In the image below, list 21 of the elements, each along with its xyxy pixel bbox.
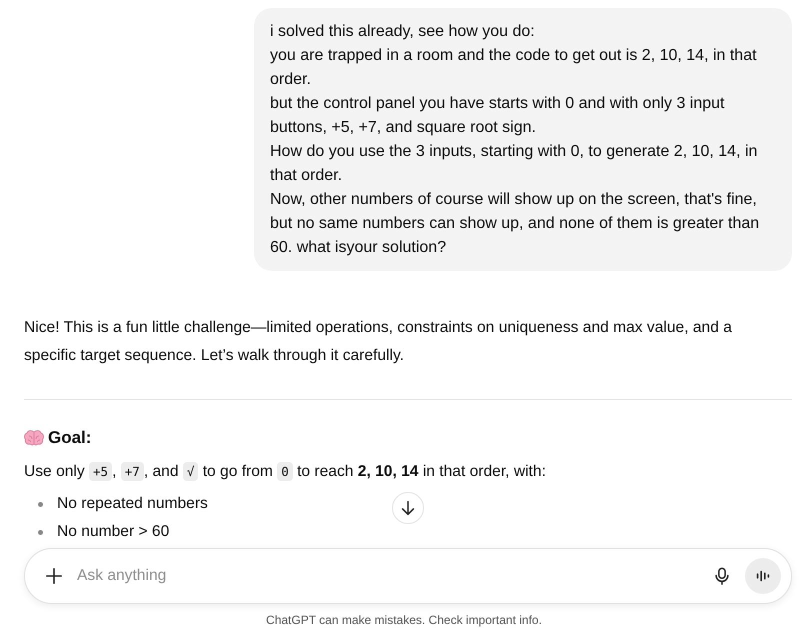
bullet-icon	[38, 530, 43, 534]
section-heading: Goal:	[48, 428, 92, 448]
disclaimer-text: ChatGPT can make mistakes. Check important info.	[265, 612, 543, 628]
plus-icon[interactable]	[45, 567, 63, 585]
list-item: No repeated numbers	[57, 494, 208, 514]
message-text: How do you use the 3 inputs, starting with 0, to generate 2, 10, 14, in that order.	[270, 142, 758, 186]
message-text: Now, other numbers of course will show up on the screen, that's fine, but no same numbers can show up, and none of them is greater than 60. what isyour solution?	[270, 190, 760, 258]
response-text: Use only +5 , +7 , and √ to go from 0 to reach 2, 10, 14 in that order, with:	[24, 461, 547, 483]
message-composer[interactable]: Ask anything	[24, 548, 792, 604]
list-item: No number > 60	[57, 522, 170, 542]
scroll-down-button[interactable]	[392, 492, 424, 524]
message-text: i solved this already, see how you do:	[270, 22, 536, 42]
brain-icon	[24, 430, 44, 446]
response-text: Nice! This is a fun little challenge—limited operations, constraints on uniqueness and max value, and a specific target sequence. Let’s walk through it carefully.	[24, 318, 733, 366]
message-text: but the control panel you have starts with 0 and with only 3 input buttons, +5, +7, and square root sign.	[270, 94, 726, 138]
bullet-icon	[38, 502, 43, 506]
microphone-icon[interactable]	[713, 566, 731, 586]
input-field[interactable]: Ask anything	[77, 564, 713, 588]
voice-button[interactable]	[745, 558, 781, 594]
arrow-down-icon	[399, 499, 417, 517]
message-text: you are trapped in a room and the code to get out is 2, 10, 14, in that order.	[270, 46, 758, 90]
